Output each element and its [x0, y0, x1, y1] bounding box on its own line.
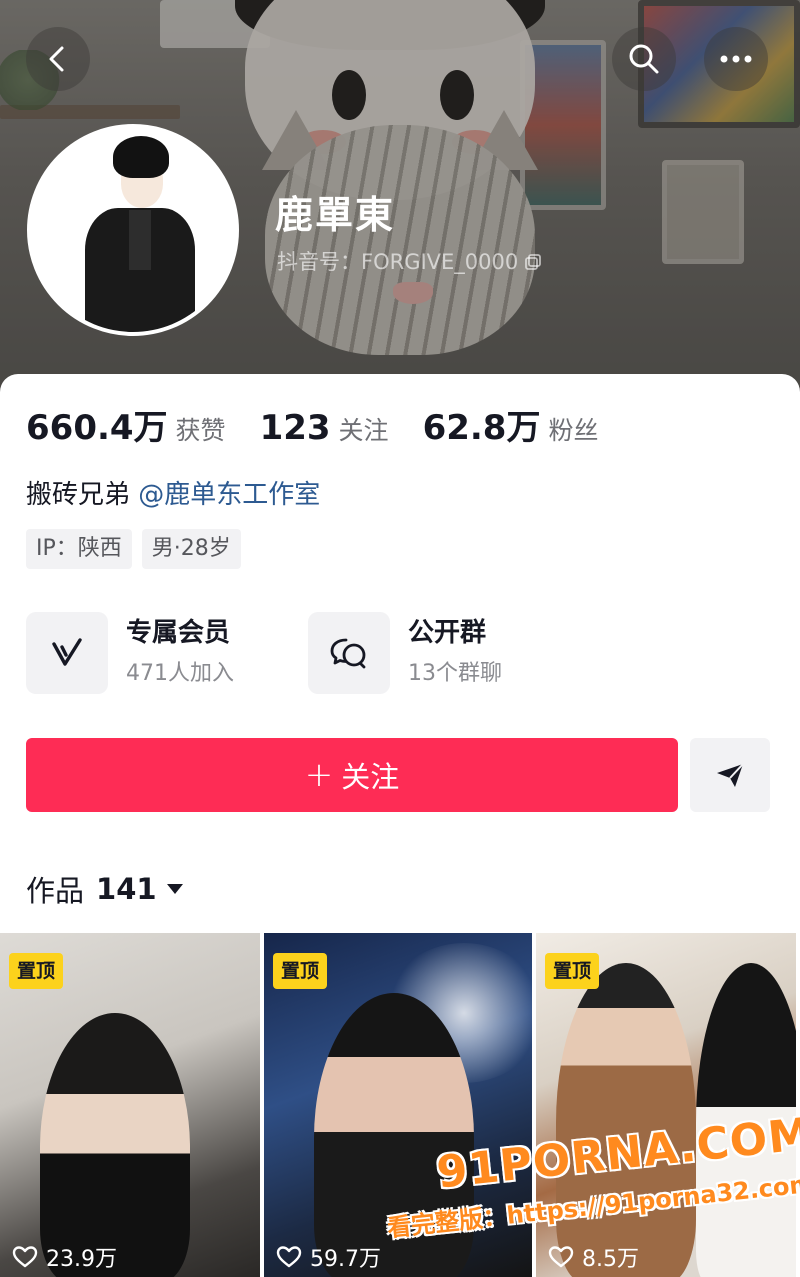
watermark: 91PORNA.COM 看完整版：https://91porna32.com: [386, 1108, 800, 1242]
douyin-id[interactable]: 抖音号：FORGIVE_0000: [277, 248, 542, 276]
back-button[interactable]: [26, 27, 90, 91]
video-likes-count: 59.7万: [310, 1247, 381, 1272]
stat-label: 粉丝: [548, 416, 599, 445]
nickname: 鹿單東: [275, 193, 396, 237]
pinned-badge: 置顶: [9, 953, 64, 989]
video-likes-count: 8.5万: [582, 1247, 639, 1272]
heart-icon: [548, 1246, 574, 1268]
stat-value: 123: [259, 408, 331, 448]
stat-label: 获赞: [175, 416, 226, 445]
bio-text: 搬砖兄弟: [26, 480, 139, 510]
chat-bubbles-icon: [330, 638, 366, 669]
copy-icon[interactable]: [524, 253, 542, 271]
share-button[interactable]: [690, 738, 770, 812]
search-button[interactable]: [612, 27, 676, 91]
more-icon: [720, 55, 752, 63]
v-badge-icon: [52, 638, 82, 666]
video-thumbnail[interactable]: 置顶 23.9万: [0, 933, 260, 1277]
bio-mention-link[interactable]: @鹿单东工作室: [138, 480, 320, 510]
video-likes: 23.9万: [12, 1241, 117, 1273]
follow-label: 关注: [341, 760, 400, 794]
feature-icon-box: [308, 612, 390, 694]
exclusive-member-entry[interactable]: 专属会员 471人加入: [26, 612, 234, 694]
heart-icon: [12, 1246, 38, 1268]
video-likes-count: 23.9万: [46, 1247, 117, 1272]
avatar[interactable]: [27, 124, 239, 336]
tag-gender-age: 男·28岁: [141, 529, 241, 569]
caret-down-icon: [166, 884, 183, 894]
works-tab[interactable]: 作品 141: [26, 868, 183, 910]
stat-following[interactable]: 123 关注: [260, 408, 389, 448]
bio: 搬砖兄弟 @鹿单东工作室: [26, 478, 320, 512]
chevron-left-icon: [49, 46, 64, 72]
video-likes: 8.5万: [548, 1241, 639, 1273]
send-icon: [717, 763, 744, 787]
pinned-badge: 置顶: [545, 953, 600, 989]
more-button[interactable]: [704, 27, 768, 91]
feature-subtitle: 13个群聊: [408, 661, 502, 686]
avatar-figure-shirt: [129, 210, 151, 270]
stat-value: 660.4万: [26, 408, 168, 448]
heart-icon: [276, 1246, 302, 1268]
feature-title: 专属会员: [126, 618, 231, 648]
follow-button[interactable]: + 关注: [26, 738, 678, 812]
douyin-id-text: 抖音号：FORGIVE_0000: [277, 250, 519, 274]
search-icon: [629, 44, 659, 74]
stats-row: 660.4万 获赞 123 关注 62.8万 粉丝: [26, 400, 632, 449]
video-likes: 59.7万: [276, 1241, 381, 1273]
tag-ip-location: IP：陕西: [26, 529, 132, 569]
works-count: 141: [96, 872, 157, 906]
feature-title: 公开群: [408, 618, 487, 648]
works-label: 作品: [26, 874, 85, 908]
profile-tags: IP：陕西 男·28岁: [26, 529, 241, 569]
plus-icon: +: [304, 755, 334, 795]
feature-icon-box: [26, 612, 108, 694]
public-group-entry[interactable]: 公开群 13个群聊: [308, 612, 502, 694]
thumbnail-figure: [40, 1013, 190, 1277]
stat-likes[interactable]: 660.4万 获赞: [26, 400, 226, 449]
stat-value: 62.8万: [422, 408, 541, 448]
stat-label: 关注: [338, 416, 389, 445]
pinned-badge: 置顶: [273, 953, 328, 989]
stat-followers[interactable]: 62.8万 粉丝: [423, 400, 599, 449]
avatar-figure-hair: [113, 136, 169, 178]
feature-subtitle: 471人加入: [126, 661, 234, 686]
